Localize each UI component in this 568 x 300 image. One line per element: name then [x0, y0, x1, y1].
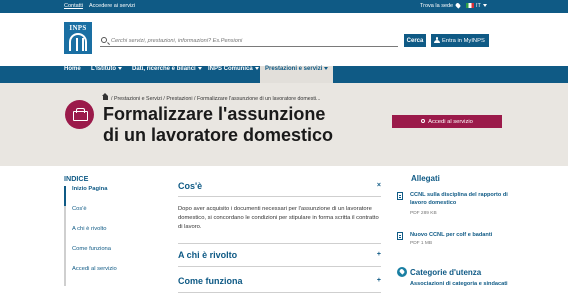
divider	[178, 266, 381, 267]
top-utility-bar: Contatti Accedere ai servizi Trova la se…	[0, 0, 568, 13]
access-icon	[421, 119, 426, 123]
accedi-label: Accedi al servizio	[428, 118, 473, 125]
chevron-down-icon	[324, 67, 329, 70]
indice-item-come-funziona[interactable]: Come funziona	[66, 246, 142, 266]
nav-dati[interactable]: Dati, ricerche e bilanci	[132, 66, 202, 83]
indice-item-cose[interactable]: Cos'è	[66, 206, 142, 226]
nav-istituto[interactable]: L'Istituto	[91, 66, 123, 83]
search-button[interactable]: Cerca	[404, 34, 426, 47]
categorie-title: Categorie d'utenza	[410, 268, 482, 277]
expand-icon[interactable]: +	[377, 251, 381, 258]
login-label: Entra in MyINPS	[442, 37, 485, 44]
attachment-meta: PDF 289 KB	[410, 211, 437, 216]
accedere-servizi-link[interactable]: Accedere ai servizi	[89, 3, 135, 9]
attachment-title[interactable]: CCNL sulla disciplina del rapporto di la…	[410, 191, 508, 207]
trova-sede-link[interactable]: Trova la sede	[420, 2, 462, 9]
expand-icon[interactable]: +	[377, 277, 381, 284]
nav-istituto-label: L'Istituto	[91, 66, 117, 72]
language-selector[interactable]: IT	[466, 3, 487, 9]
allegati-title: Allegati	[411, 174, 440, 183]
logo-arch-icon	[69, 33, 87, 51]
accordion-a-chi-title: A chi è rivolto	[178, 250, 238, 260]
accordion-come-funziona-title: Come funziona	[178, 276, 243, 286]
breadcrumb: / Prestazioni e Servizi / Prestazioni / …	[102, 93, 320, 102]
login-button[interactable]: Entra in MyINPS	[431, 34, 489, 47]
nav-inps-comunica-label: INPS Comunica	[208, 66, 253, 72]
breadcrumb-text[interactable]: / Prestazioni e Servizi / Prestazioni / …	[111, 96, 320, 102]
indice-title: INDICE	[64, 174, 89, 183]
divider	[178, 196, 381, 197]
accordion-cose-title: Cos'è	[178, 181, 203, 191]
nav-prestazioni[interactable]: Prestazioni e servizi	[260, 66, 334, 83]
indice-item-a-chi[interactable]: A chi è rivolto	[66, 226, 142, 246]
contatti-link[interactable]: Contatti	[64, 3, 83, 9]
accordion-come-funziona[interactable]: Come funziona +	[178, 276, 381, 292]
nav-dati-label: Dati, ricerche e bilanci	[132, 66, 196, 72]
accordion-cose-body: Dopo aver acquisito i documenti necessar…	[178, 206, 379, 230]
pdf-file-icon	[397, 232, 403, 240]
indice-list: Inizio Pagina Cos'è A chi è rivolto Come…	[64, 186, 142, 286]
pdf-file-icon	[397, 192, 403, 200]
inps-logo[interactable]: INPS	[64, 22, 92, 54]
logo-text: INPS	[69, 24, 87, 32]
search-icon	[101, 37, 107, 43]
close-icon[interactable]: ×	[377, 182, 381, 189]
user-icon	[434, 37, 440, 43]
trova-sede-label: Trova la sede	[420, 3, 454, 9]
chevron-down-icon	[482, 4, 487, 7]
search-bar	[100, 35, 398, 47]
accordion-a-chi[interactable]: A chi è rivolto +	[178, 250, 381, 266]
categories-icon	[397, 267, 407, 277]
page-title: Formalizzare l'assunzione di un lavorato…	[103, 104, 334, 145]
chevron-down-icon	[254, 67, 259, 70]
service-icon	[65, 100, 94, 129]
nav-inps-comunica[interactable]: INPS Comunica	[208, 66, 259, 83]
chevron-down-icon	[197, 67, 202, 70]
chevron-down-icon	[118, 67, 123, 70]
divider	[178, 292, 381, 293]
indice-item-inizio[interactable]: Inizio Pagina	[64, 186, 142, 206]
main-nav: Home L'Istituto Dati, ricerche e bilanci…	[0, 66, 568, 83]
categorie-link[interactable]: Associazioni di categoria e sindacati	[410, 280, 510, 288]
accordion-cose[interactable]: Cos'è ×	[178, 181, 381, 197]
attachment-meta: PDF 1 MB	[410, 241, 433, 246]
location-pin-icon	[454, 2, 462, 9]
divider	[178, 243, 381, 244]
search-input[interactable]	[111, 35, 396, 46]
nav-prestazioni-label: Prestazioni e servizi	[265, 66, 323, 72]
italy-flag-icon	[466, 3, 474, 8]
attachment-title[interactable]: Nuovo CCNL per colf e badanti	[410, 231, 508, 239]
nav-home[interactable]: Home	[64, 66, 81, 83]
indice-item-accedi[interactable]: Accedi al servizio	[66, 266, 142, 286]
language-label: IT	[476, 3, 481, 9]
home-icon[interactable]	[102, 93, 108, 100]
accedi-servizio-button[interactable]: Accedi al servizio	[392, 115, 502, 128]
